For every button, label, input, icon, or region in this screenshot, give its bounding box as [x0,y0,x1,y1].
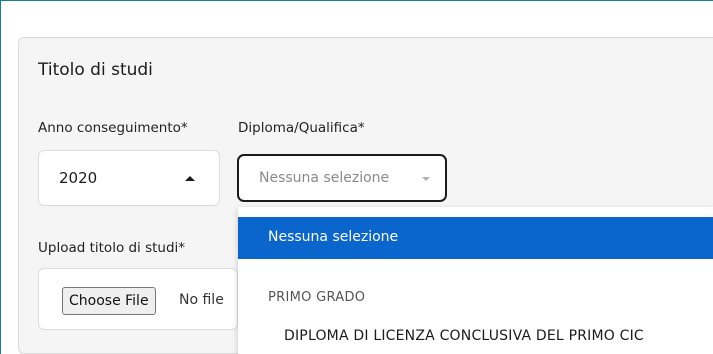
diploma-dropdown: Nessuna selezione PRIMO GRADO DIPLOMA DI… [238,207,713,354]
file-status: No file [179,292,224,308]
anno-value: 2020 [59,169,98,187]
caret-down-icon [422,177,430,181]
choose-file-button[interactable]: Choose File [62,287,156,315]
caret-up-icon [185,176,195,181]
upload-label: Upload titolo di studi* [38,240,186,256]
upload-field: Choose File No file [38,268,238,330]
section-title: Titolo di studi [38,60,153,80]
diploma-label: Diploma/Qualifica* [238,120,365,136]
dropdown-group-label: PRIMO GRADO [268,290,366,305]
dropdown-option-label: Nessuna selezione [268,229,399,245]
anno-label: Anno conseguimento* [38,120,188,136]
dropdown-option-selected[interactable]: Nessuna selezione [238,217,713,259]
diploma-select[interactable]: Nessuna selezione [237,154,447,202]
anno-select[interactable]: 2020 [38,150,220,206]
dropdown-option[interactable]: DIPLOMA DI LICENZA CONCLUSIVA DEL PRIMO … [284,328,644,344]
diploma-placeholder: Nessuna selezione [259,170,390,186]
